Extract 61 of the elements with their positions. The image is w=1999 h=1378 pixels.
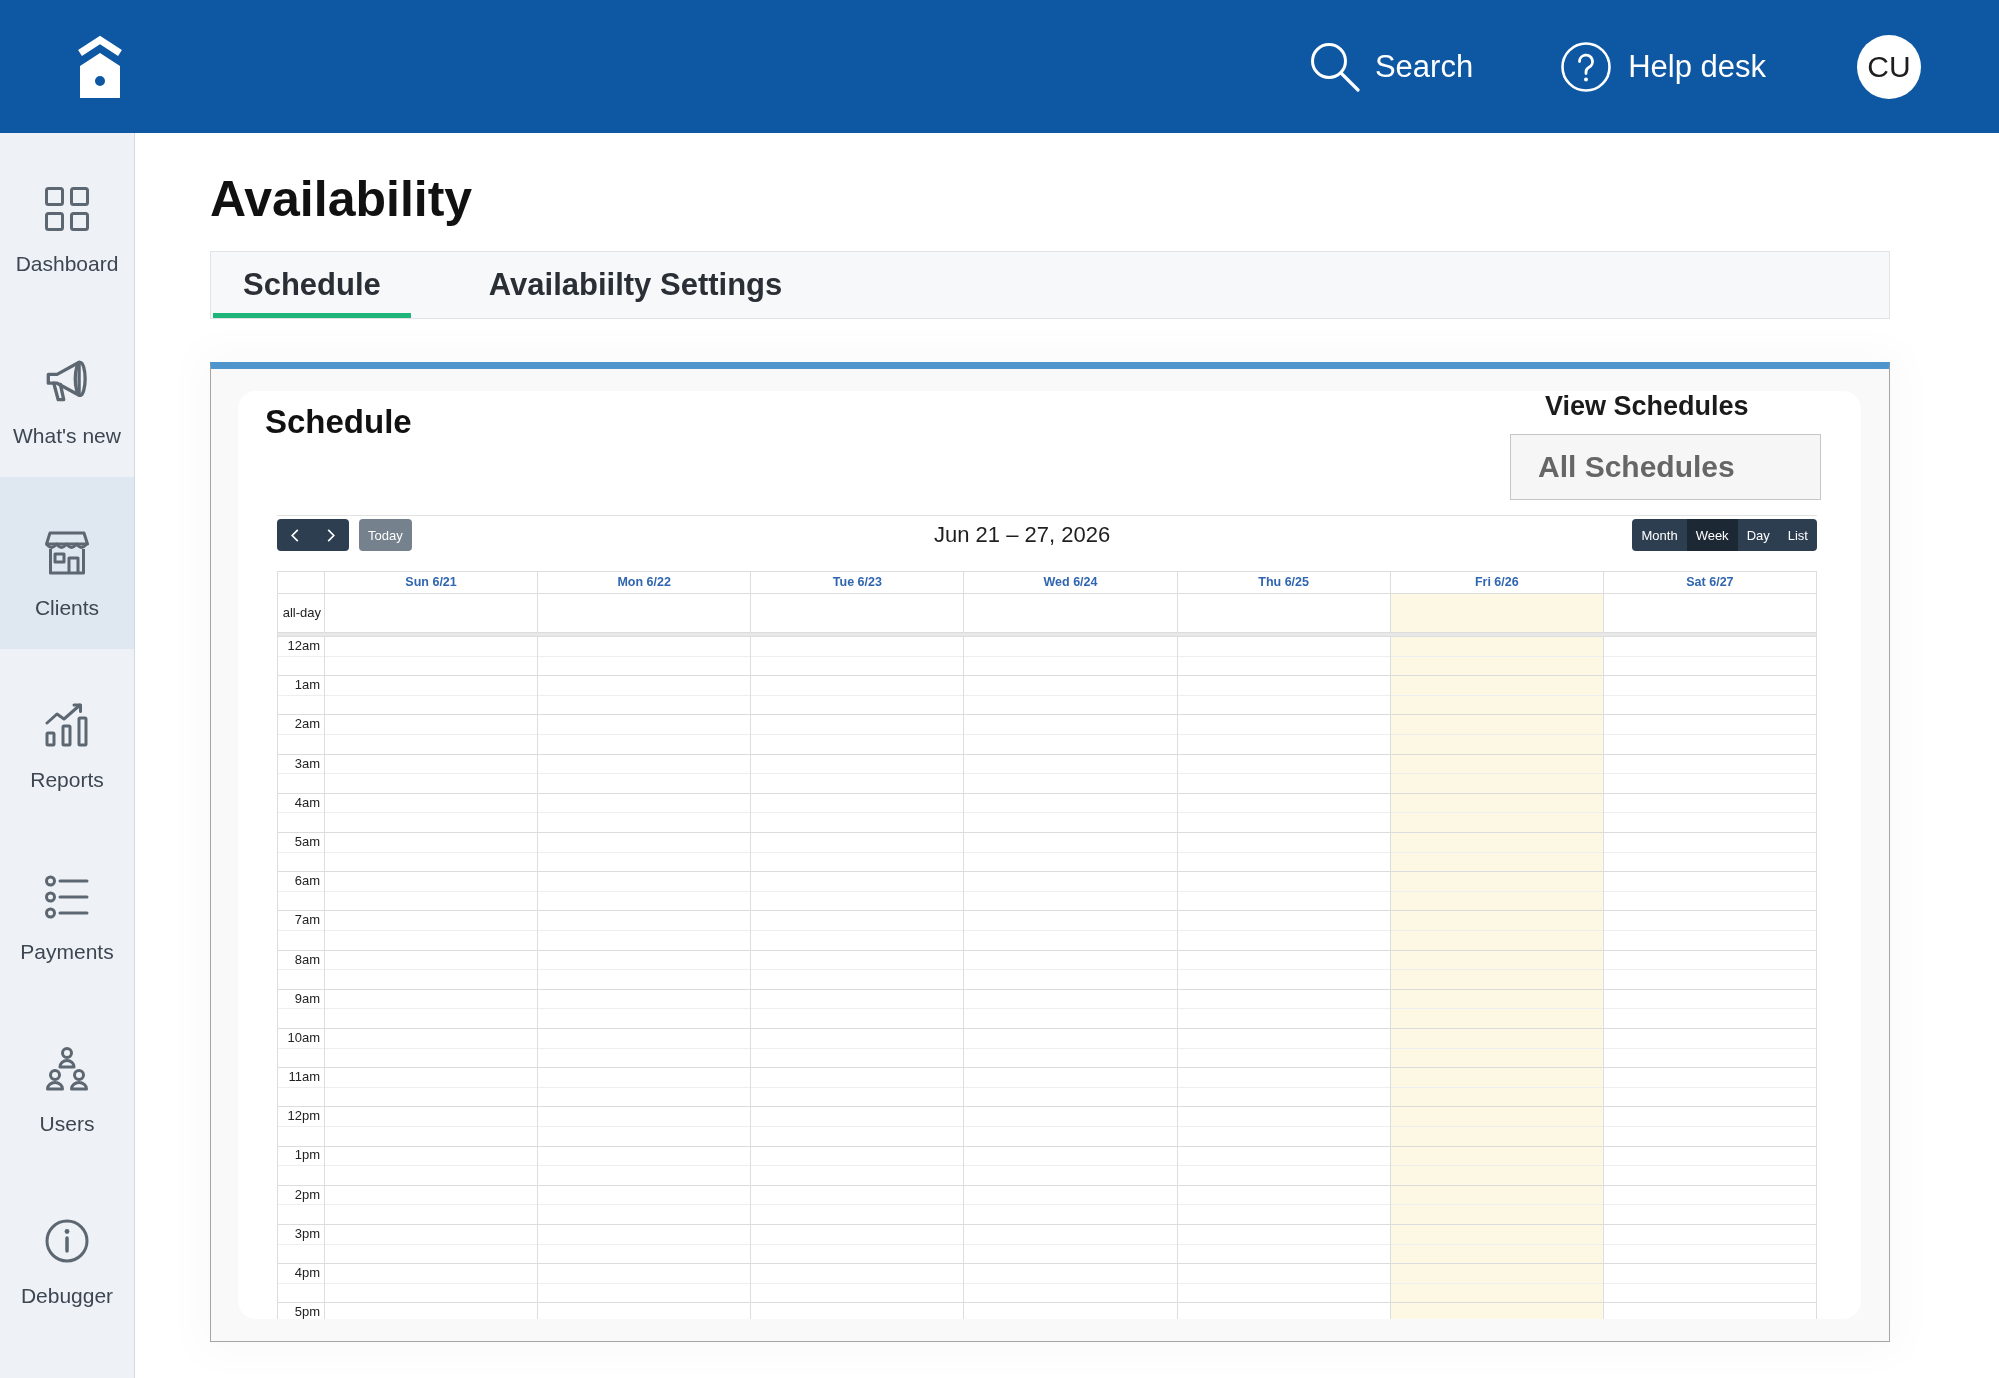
- field-label: View Schedules: [1544, 391, 1750, 421]
- day-header: Sat 6/27: [1602, 572, 1816, 593]
- users-icon: [45, 1047, 89, 1091]
- sidebar-item[interactable]: Clients: [0, 477, 134, 649]
- time-label: 8am: [294, 950, 320, 969]
- sidebar-item[interactable]: Dashboard: [0, 133, 134, 305]
- next-button[interactable]: [313, 519, 349, 551]
- info-icon: [45, 1219, 89, 1263]
- time-label: 10am: [287, 1028, 320, 1047]
- megaphone-icon: [45, 359, 89, 403]
- day-header: Sun 6/21: [324, 572, 538, 593]
- sidebar-item[interactable]: Reports: [0, 649, 134, 821]
- date-range-title: Jun 21 – 27, 2026: [934, 521, 1111, 549]
- time-label: 7am: [294, 911, 320, 930]
- tab[interactable]: Availabiilty Settings: [458, 252, 813, 318]
- time-label: 3am: [294, 754, 320, 773]
- chevron-right-icon: [327, 528, 335, 542]
- view-button[interactable]: Month: [1632, 519, 1687, 551]
- previous-button[interactable]: [277, 519, 313, 551]
- time-label: 9am: [294, 989, 320, 1008]
- grid-icon: [45, 187, 89, 231]
- schedule-select[interactable]: All Schedules: [1510, 434, 1821, 500]
- sidebar-item[interactable]: Users: [0, 993, 134, 1165]
- day-header: Thu 6/25: [1176, 572, 1390, 593]
- list-icon: [45, 875, 89, 919]
- time-label: 4pm: [294, 1264, 320, 1282]
- page-title: Availability: [210, 170, 474, 229]
- time-label: 1pm: [294, 1146, 320, 1165]
- time-label: 2am: [294, 715, 320, 734]
- time-label: 4am: [294, 793, 320, 812]
- time-label: 6am: [294, 872, 320, 891]
- time-label: 5am: [294, 832, 320, 851]
- sidebar-item[interactable]: Payments: [0, 821, 134, 993]
- time-label: 1am: [294, 676, 320, 695]
- day-header: Tue 6/23: [750, 572, 964, 593]
- search-icon: [1309, 41, 1360, 92]
- sidebar-item[interactable]: What's new: [0, 305, 134, 477]
- time-label: 3pm: [294, 1224, 320, 1243]
- day-header: Wed 6/24: [963, 572, 1177, 593]
- all-day-label: all-day: [281, 604, 322, 622]
- time-label: 11am: [288, 1068, 320, 1087]
- time-label: 12pm: [287, 1107, 320, 1126]
- time-label: 2pm: [294, 1185, 320, 1204]
- time-label: 12am: [287, 637, 320, 655]
- day-header: Fri 6/26: [1389, 572, 1603, 593]
- sidebar-item[interactable]: Debugger: [0, 1165, 134, 1337]
- avatar[interactable]: CU: [1857, 34, 1921, 99]
- help-icon: [1561, 41, 1612, 92]
- house-icon[interactable]: [76, 35, 124, 98]
- time-label: 5pm: [294, 1303, 320, 1319]
- chevron-left-icon: [291, 528, 299, 542]
- tab[interactable]: Schedule: [213, 252, 411, 318]
- section-title: Schedule: [265, 402, 412, 442]
- view-button[interactable]: Week: [1686, 519, 1738, 551]
- view-button[interactable]: Day: [1737, 519, 1779, 551]
- chart-icon: [45, 703, 89, 747]
- storefront-icon: [45, 531, 89, 575]
- view-button[interactable]: List: [1778, 519, 1817, 551]
- help-desk-button[interactable]: Help desk: [1561, 41, 1766, 92]
- search-button[interactable]: Search: [1309, 41, 1474, 92]
- day-header: Mon 6/22: [537, 572, 751, 593]
